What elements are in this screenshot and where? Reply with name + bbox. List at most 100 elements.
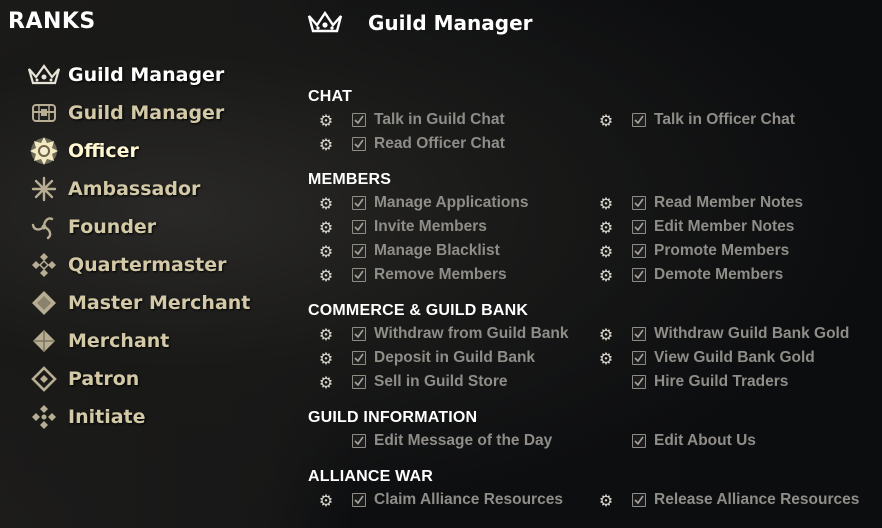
diamond-icon	[24, 326, 64, 356]
perm-invite-members: ⚙ Invite Members	[318, 215, 487, 239]
perm-claim-alliance-resources: ⚙ Claim Alliance Resources	[318, 488, 563, 512]
rank-item-merchant[interactable]: Merchant	[24, 322, 264, 360]
section-title: COMMERCE & GUILD BANK	[308, 302, 529, 319]
section-members: MEMBERS ⚙ Manage Applications ⚙ Read Mem…	[308, 169, 868, 287]
rank-item-officer[interactable]: Officer	[24, 132, 264, 170]
gear-icon[interactable]: ⚙	[318, 242, 334, 261]
gear-icon[interactable]: ⚙	[318, 491, 334, 510]
perm-deposit-guild-bank: ⚙ Deposit in Guild Bank	[318, 346, 535, 370]
gear-icon[interactable]: ⚙	[598, 242, 614, 261]
perm-talk-guild-chat: ⚙ Talk in Guild Chat	[318, 108, 505, 132]
perm-hire-guild-traders: Hire Guild Traders	[598, 370, 788, 394]
checkbox[interactable]	[352, 493, 366, 507]
checkbox[interactable]	[632, 375, 646, 389]
crown-icon	[306, 8, 346, 38]
perm-withdraw-guild-bank-gold: ⚙ Withdraw Guild Bank Gold	[598, 322, 850, 346]
perm-label: Manage Blacklist	[374, 242, 500, 259]
gear-icon[interactable]: ⚙	[318, 194, 334, 213]
rank-item-quartermaster[interactable]: Quartermaster	[24, 246, 264, 284]
perm-label: Talk in Guild Chat	[374, 111, 505, 128]
ranks-title: RANKS	[8, 9, 96, 34]
gear-icon[interactable]: ⚙	[598, 325, 614, 344]
rank-item-guild-manager[interactable]: Guild Manager	[24, 56, 264, 94]
gear-icon[interactable]: ⚙	[598, 194, 614, 213]
rank-label: Initiate	[68, 406, 146, 428]
perm-view-guild-bank-gold: ⚙ View Guild Bank Gold	[598, 346, 815, 370]
perm-label: Edit Member Notes	[654, 218, 795, 235]
perm-label: Remove Members	[374, 266, 507, 283]
rank-label: Master Merchant	[68, 292, 251, 314]
gear-icon[interactable]: ⚙	[598, 266, 614, 285]
gear-icon[interactable]: ⚙	[598, 349, 614, 368]
perm-remove-members: ⚙ Remove Members	[318, 263, 507, 287]
checkbox[interactable]	[352, 327, 366, 341]
gear-icon[interactable]: ⚙	[318, 266, 334, 285]
diamond-cluster-icon	[24, 250, 64, 280]
rank-item-patron[interactable]: Patron	[24, 360, 264, 398]
perm-talk-officer-chat: ⚙ Talk in Officer Chat	[598, 108, 795, 132]
ranks-panel: RANKS Guild Manager Guild Manager Office…	[0, 0, 290, 528]
perm-label: Sell in Guild Store	[374, 373, 508, 390]
section-alliance-war: ALLIANCE WAR ⚙ Claim Alliance Resources …	[308, 466, 868, 512]
gear-icon[interactable]: ⚙	[598, 111, 614, 130]
checkbox[interactable]	[352, 434, 366, 448]
rank-list: Guild Manager Guild Manager Officer Amba…	[24, 56, 264, 436]
checkbox[interactable]	[632, 327, 646, 341]
diamond-cluster-icon	[24, 402, 64, 432]
perm-label: Release Alliance Resources	[654, 491, 860, 508]
rank-label: Guild Manager	[68, 64, 225, 86]
checkbox[interactable]	[352, 113, 366, 127]
checkbox[interactable]	[632, 493, 646, 507]
perm-label: Demote Members	[654, 266, 784, 283]
checkbox[interactable]	[632, 113, 646, 127]
rank-item-initiate[interactable]: Initiate	[24, 398, 264, 436]
checkbox[interactable]	[352, 196, 366, 210]
perm-label: Edit Message of the Day	[374, 432, 553, 449]
perm-label: Promote Members	[654, 242, 790, 259]
rank-item-guild-manager-2[interactable]: Guild Manager	[24, 94, 264, 132]
perm-label: Hire Guild Traders	[654, 373, 789, 390]
perm-edit-member-notes: ⚙ Edit Member Notes	[598, 215, 795, 239]
checkbox[interactable]	[352, 351, 366, 365]
rank-label: Founder	[68, 216, 157, 238]
section-title: MEMBERS	[308, 171, 392, 188]
perm-read-member-notes: ⚙ Read Member Notes	[598, 191, 803, 215]
gear-icon[interactable]: ⚙	[598, 491, 614, 510]
diamond-icon	[24, 288, 64, 318]
crown-icon	[24, 60, 64, 90]
checkbox[interactable]	[632, 244, 646, 258]
checkbox[interactable]	[632, 434, 646, 448]
section-title: CHAT	[308, 88, 353, 105]
gear-icon[interactable]: ⚙	[318, 218, 334, 237]
perm-sell-guild-store: ⚙ Sell in Guild Store	[318, 370, 508, 394]
rank-item-master-merchant[interactable]: Master Merchant	[24, 284, 264, 322]
checkbox[interactable]	[352, 244, 366, 258]
checkbox[interactable]	[632, 196, 646, 210]
page-title: Guild Manager	[368, 11, 533, 35]
gear-icon[interactable]: ⚙	[318, 373, 334, 392]
perm-demote-members: ⚙ Demote Members	[598, 263, 783, 287]
triskelion-icon	[24, 212, 64, 242]
checkbox[interactable]	[352, 137, 366, 151]
rank-label: Patron	[68, 368, 140, 390]
perm-label: Talk in Officer Chat	[654, 111, 795, 128]
gear-icon[interactable]: ⚙	[318, 325, 334, 344]
gear-icon[interactable]: ⚙	[318, 349, 334, 368]
checkbox[interactable]	[352, 268, 366, 282]
checkbox[interactable]	[352, 220, 366, 234]
rank-label: Ambassador	[68, 178, 201, 200]
rank-label: Officer	[68, 140, 139, 162]
rank-item-founder[interactable]: Founder	[24, 208, 264, 246]
perm-read-officer-chat: ⚙ Read Officer Chat	[318, 132, 505, 156]
checkbox[interactable]	[632, 268, 646, 282]
gear-icon[interactable]: ⚙	[318, 135, 334, 154]
checkbox[interactable]	[352, 375, 366, 389]
perm-label: Edit About Us	[654, 432, 756, 449]
rank-label: Merchant	[68, 330, 170, 352]
checkbox[interactable]	[632, 220, 646, 234]
section-title: ALLIANCE WAR	[308, 468, 434, 485]
checkbox[interactable]	[632, 351, 646, 365]
gear-icon[interactable]: ⚙	[318, 111, 334, 130]
gear-icon[interactable]: ⚙	[598, 218, 614, 237]
rank-item-ambassador[interactable]: Ambassador	[24, 170, 264, 208]
